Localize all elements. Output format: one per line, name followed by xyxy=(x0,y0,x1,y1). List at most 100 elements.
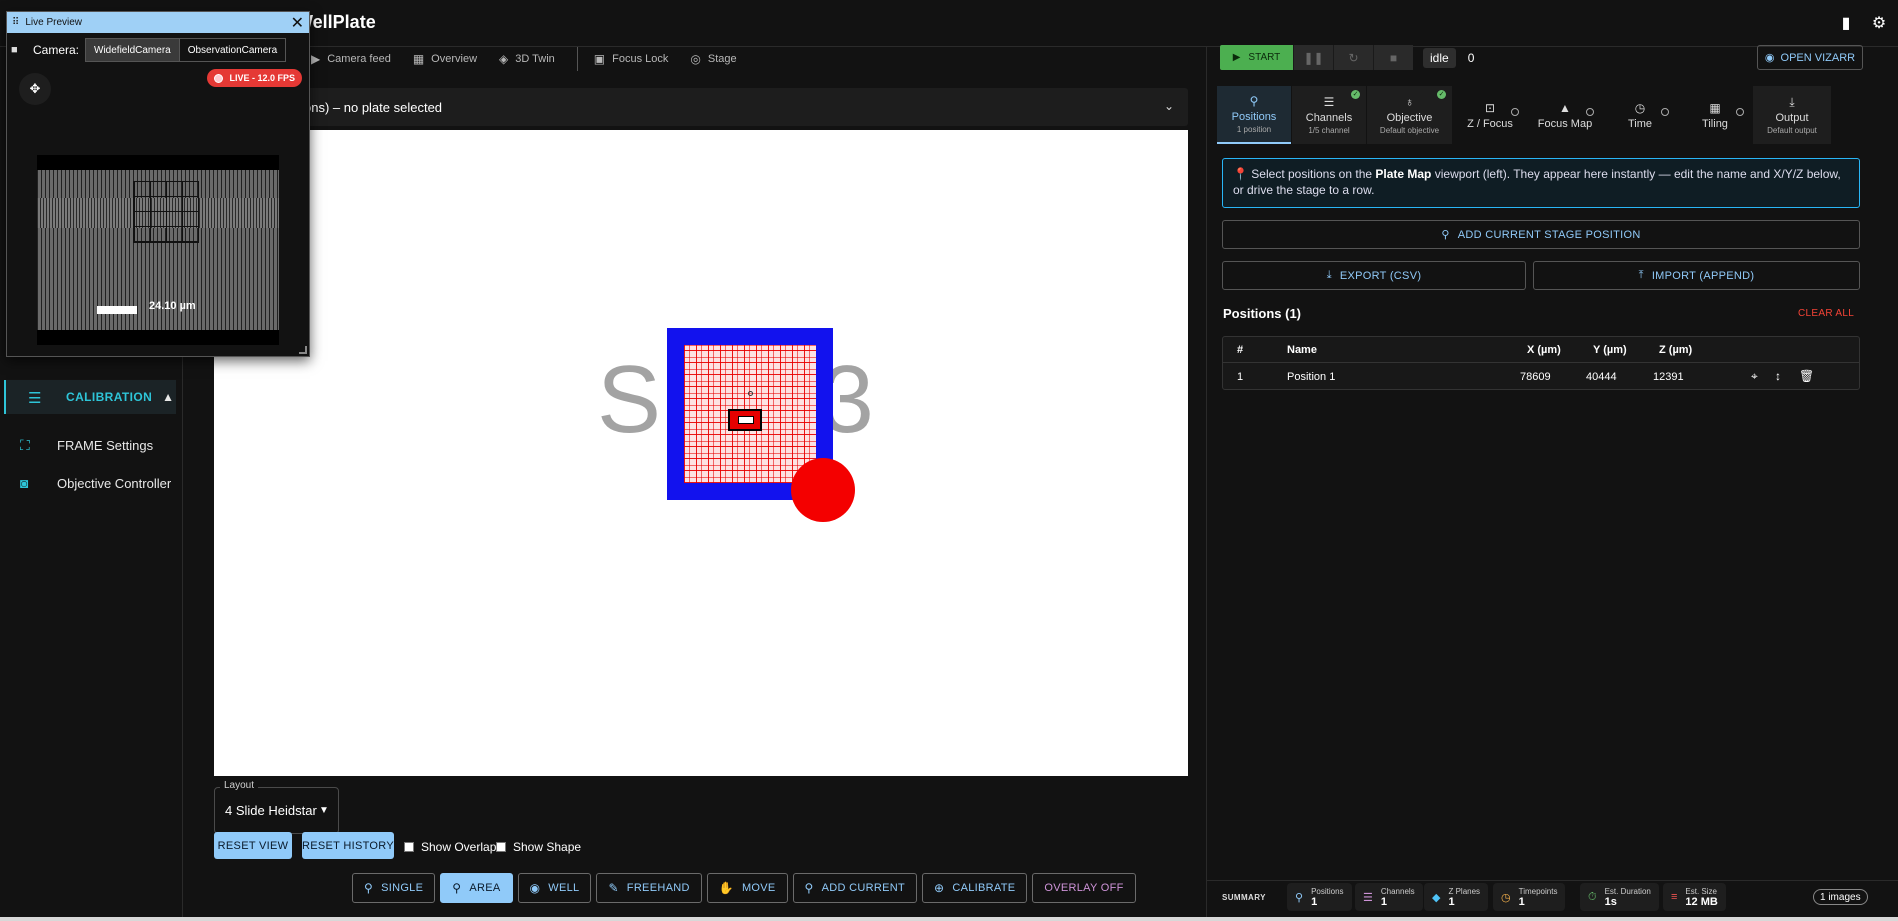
overlay-toggle-button[interactable]: OVERLAY OFF xyxy=(1032,873,1136,903)
table-row[interactable]: 1 Position 1 78609 40444 12391 ⌖ ↕ 🗑 xyxy=(1223,364,1859,390)
pause-icon: ❚❚ xyxy=(1303,50,1324,65)
tab-camera-feed[interactable]: ▶ Camera feed xyxy=(311,52,391,66)
sidebar-item-objective-controller[interactable]: ◙ Objective Controller xyxy=(20,471,171,495)
drag-handle-icon[interactable]: ⠿ xyxy=(12,17,19,28)
pin-icon: ⚲ xyxy=(804,881,814,895)
camera-selector: ■ Camera: WidefieldCamera ObservationCam… xyxy=(11,38,287,62)
pause-button[interactable]: ❚❚ xyxy=(1293,45,1333,70)
resize-handle-icon[interactable] xyxy=(299,346,307,354)
tab-channels[interactable]: ✓ ☰ Channels 1/5 channel xyxy=(1292,86,1366,144)
clear-all-button[interactable]: CLEAR ALL xyxy=(1798,308,1854,319)
checkbox-label: Show Shape xyxy=(513,840,582,854)
tab-label: Camera feed xyxy=(327,53,391,65)
add-current-button[interactable]: ⚲ ADD CURRENT xyxy=(792,873,917,903)
go-to-position-icon[interactable]: ⌖ xyxy=(1751,369,1775,384)
button-label: SINGLE xyxy=(381,882,424,894)
close-icon[interactable]: ✕ xyxy=(291,13,304,33)
status-empty-icon xyxy=(1736,108,1744,116)
tab-focus-lock[interactable]: ▣ Focus Lock xyxy=(594,52,669,66)
tab-label: Stage xyxy=(707,53,737,65)
gear-icon[interactable]: ⚙ xyxy=(1869,13,1889,33)
move-mode-button[interactable]: ✋ MOVE xyxy=(706,873,788,903)
row-x[interactable]: 78609 xyxy=(1520,371,1551,383)
record-icon xyxy=(214,73,224,83)
selection-toolbar: ⚲ SINGLE ⚲ AREA ◉ WELL ✎ FREEHAND ✋ MOVE ⚲ ADD… xyxy=(352,873,1141,903)
tab-tiling[interactable]: ▦ Tiling xyxy=(1678,86,1752,144)
tab-time[interactable]: ◷ Time xyxy=(1603,86,1677,144)
table-header: # Name X (µm) Y (µm) Z (µm) xyxy=(1223,337,1859,363)
tab-focus-map[interactable]: ▲ Focus Map xyxy=(1528,86,1602,144)
lock-icon: ▣ xyxy=(593,52,606,66)
pin-icon: ⚲ xyxy=(1295,891,1304,904)
camera-option-widefield[interactable]: WidefieldCamera xyxy=(86,39,179,61)
summary-title: SUMMARY xyxy=(1222,893,1266,902)
fov-inner xyxy=(738,416,754,424)
area-mode-button[interactable]: ⚲ AREA xyxy=(440,873,513,903)
field-of-view-marker[interactable] xyxy=(728,409,762,431)
well-mode-button[interactable]: ◉ WELL xyxy=(517,873,592,903)
reset-view-button[interactable]: RESET VIEW xyxy=(214,832,292,859)
sidebar-section-label: CALIBRATION xyxy=(66,390,153,404)
camera-label: Camera: xyxy=(33,43,80,57)
sidebar-item-frame-settings[interactable]: ⛶ FRAME Settings xyxy=(20,433,153,457)
sidebar-section-calibration[interactable]: ☰ CALIBRATION ▲ xyxy=(4,380,176,414)
single-mode-button[interactable]: ⚲ SINGLE xyxy=(352,873,436,903)
tab-overview[interactable]: ▦ Overview xyxy=(413,52,477,66)
tab-positions[interactable]: ⚲ Positions 1 position xyxy=(1217,86,1291,144)
delete-icon[interactable]: 🗑 xyxy=(1799,369,1823,384)
tab-3d-twin[interactable]: ◈ 3D Twin xyxy=(499,52,555,66)
chip-value: 1 xyxy=(1518,895,1525,908)
restart-button[interactable]: ↻ xyxy=(1333,45,1373,70)
freehand-mode-button[interactable]: ✎ FREEHAND xyxy=(596,873,702,903)
live-preview-window[interactable]: ⠿ Live Preview ✕ ■ Camera: WidefieldCame… xyxy=(6,11,310,357)
tab-output[interactable]: ⤓ Output Default output xyxy=(1753,86,1831,144)
export-csv-button[interactable]: ⤓ EXPORT (CSV) xyxy=(1222,261,1526,290)
clock-icon: ◷ xyxy=(1501,891,1511,904)
checkbox-box[interactable] xyxy=(404,842,414,852)
tab-sub: Default output xyxy=(1767,126,1817,135)
row-y[interactable]: 40444 xyxy=(1586,371,1617,383)
show-shape-checkbox[interactable]: Show Shape xyxy=(496,840,581,854)
plate-map-canvas[interactable]: Slide3 xyxy=(214,130,1188,776)
pin-icon: ⚲ xyxy=(1441,229,1450,241)
open-vizarr-button[interactable]: ◉ OPEN VIZARR xyxy=(1757,45,1863,70)
start-button[interactable]: ▶ START xyxy=(1220,45,1293,70)
chip-key: Z Planes xyxy=(1448,886,1481,896)
positions-table: # Name X (µm) Y (µm) Z (µm) 1 Position 1… xyxy=(1222,336,1860,390)
tab-z-focus[interactable]: ⊡ Z / Focus xyxy=(1453,86,1527,144)
window-bottom-edge xyxy=(0,917,1898,921)
tab-label: Focus Lock xyxy=(612,53,669,65)
checkbox-label: Show Overlap xyxy=(421,840,497,854)
live-status-badge: LIVE - 12.0 FPS xyxy=(207,69,302,87)
move-vertical-icon[interactable]: ↕ xyxy=(1775,369,1799,384)
terrain-icon: ▲ xyxy=(1559,100,1571,115)
button-label: CALIBRATE xyxy=(952,882,1016,894)
video-icon: ▶ xyxy=(311,52,321,66)
live-camera-image[interactable]: 24.10 µm xyxy=(37,155,279,345)
gamepad-icon[interactable]: ✥ xyxy=(19,73,51,105)
row-z[interactable]: 12391 xyxy=(1653,371,1684,383)
camera-option-observation[interactable]: ObservationCamera xyxy=(178,39,285,61)
calibrate-button[interactable]: ⊕ CALIBRATE xyxy=(922,873,1028,903)
stop-button[interactable]: ■ xyxy=(1373,45,1413,70)
chip-value: 1 xyxy=(1380,895,1387,908)
play-icon: ▶ xyxy=(1232,52,1241,63)
video-icon: ■ xyxy=(11,44,18,56)
info-text-pre: Select positions on the xyxy=(1251,167,1376,181)
plate-selector-header[interactable]: ons) – no plate selected ⌄ xyxy=(214,88,1188,126)
tab-stage[interactable]: ◎ Stage xyxy=(690,52,736,66)
stage-position-marker[interactable] xyxy=(791,458,855,522)
live-preview-titlebar[interactable]: ⠿ Live Preview ✕ xyxy=(7,12,309,33)
positions-info-alert: 📍 Select positions on the Plate Map view… xyxy=(1222,158,1860,208)
add-current-stage-position-button[interactable]: ⚲ ADD CURRENT STAGE POSITION xyxy=(1222,220,1860,249)
summary-channels: ☰ Channels 1 xyxy=(1355,883,1423,911)
tab-objective[interactable]: ✓ ♁ Objective Default objective xyxy=(1367,86,1452,144)
row-name[interactable]: Position 1 xyxy=(1287,371,1335,383)
import-append-button[interactable]: ⤒ IMPORT (APPEND) xyxy=(1533,261,1860,290)
checkbox-box[interactable] xyxy=(496,842,506,852)
show-overlap-checkbox[interactable]: Show Overlap xyxy=(404,840,496,854)
sd-card-icon[interactable]: ▮ xyxy=(1836,13,1856,33)
caret-down-icon: ▼ xyxy=(319,805,329,816)
reset-history-button[interactable]: RESET HISTORY xyxy=(302,832,394,859)
pin-icon: ⚲ xyxy=(364,881,374,895)
